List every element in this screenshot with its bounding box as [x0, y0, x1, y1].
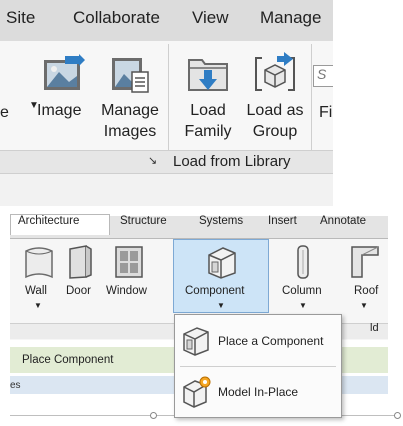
dialog-launcher-icon[interactable]: ↘ — [148, 154, 157, 167]
load-as-group-label-line2: Group — [252, 123, 298, 140]
dropdown-arrow-icon: ▼ — [299, 301, 307, 310]
options-bar-label: Place Component — [22, 354, 114, 366]
handle-node — [394, 412, 401, 419]
tab-systems[interactable]: Systems — [199, 215, 243, 227]
component-dropdown-menu: Place a Component Model In-Place — [174, 314, 342, 418]
menu-separator — [180, 366, 336, 367]
panel-title-partial: ld — [370, 322, 379, 334]
partial-tool-label: e — [0, 104, 9, 121]
tab-structure[interactable]: Structure — [120, 215, 167, 227]
model-in-place-icon — [183, 376, 211, 408]
tab-annotate[interactable]: Annotate — [320, 215, 366, 227]
tab-manage[interactable]: Manage — [260, 8, 321, 28]
roof-button[interactable]: Roof ▼ — [342, 243, 388, 318]
status-strip-partial-text: es — [10, 380, 21, 391]
menu-item-label: Place a Component — [218, 334, 324, 348]
top-ribbon-panel: Site Collaborate View Manage e ▼ Image M… — [0, 0, 333, 206]
tab-collaborate[interactable]: Collaborate — [73, 8, 160, 28]
column-button[interactable]: Column ▼ — [276, 243, 330, 318]
tab-insert[interactable]: Insert — [268, 215, 297, 227]
roof-label: Roof — [354, 285, 379, 297]
dropdown-arrow-icon: ▼ — [34, 301, 42, 310]
component-icon — [208, 247, 236, 279]
tab-site[interactable]: Site — [6, 8, 35, 28]
wall-label: Wall — [25, 285, 47, 297]
menu-item-place-a-component[interactable]: Place a Component — [175, 319, 341, 363]
tab-architecture[interactable]: Architecture — [18, 215, 79, 227]
manage-images-label-line1: Manage — [101, 102, 159, 119]
manage-images-icon — [112, 58, 149, 93]
component-button[interactable]: Component ▼ — [173, 239, 269, 313]
load-family-button[interactable]: Load Family — [176, 50, 240, 150]
dropdown-arrow-icon: ▼ — [217, 301, 225, 310]
image-button-label: Image — [37, 102, 82, 119]
window-label: Window — [106, 285, 147, 297]
component-label: Component — [185, 285, 245, 297]
place-component-icon — [183, 327, 209, 356]
window-icon — [115, 246, 143, 278]
search-input-partial[interactable]: S — [313, 65, 333, 87]
wall-button[interactable]: Wall ▼ — [18, 243, 58, 318]
door-icon — [69, 245, 92, 279]
door-button[interactable]: Door — [60, 243, 100, 318]
roof-icon — [351, 246, 379, 278]
panel-title-load-from-library: Load from Library — [173, 153, 291, 170]
door-label: Door — [66, 285, 91, 297]
window-button[interactable]: Window — [104, 243, 154, 318]
load-family-icon — [188, 59, 228, 91]
load-as-group-button[interactable]: Load as Group — [241, 50, 309, 150]
manage-images-button[interactable]: Manage Images — [96, 50, 164, 150]
menu-item-label: Model In-Place — [218, 385, 299, 399]
load-as-group-icon — [255, 52, 295, 91]
image-button[interactable]: Image — [35, 50, 93, 150]
handle-node — [150, 412, 157, 419]
dropdown-arrow-icon: ▼ — [360, 301, 368, 310]
menu-item-model-in-place[interactable]: Model In-Place — [175, 370, 341, 414]
top-tab-bar: Site Collaborate View Manage — [0, 0, 333, 41]
image-icon — [44, 54, 85, 90]
column-label: Column — [282, 285, 322, 297]
manage-images-label-line2: Images — [103, 123, 157, 140]
partial-tool-label: Fi — [319, 104, 333, 121]
tab-view[interactable]: View — [192, 8, 229, 28]
wall-icon — [25, 247, 53, 279]
load-family-label-line1: Load — [190, 102, 226, 119]
column-icon — [297, 245, 309, 279]
bottom-ribbon-panel: Architecture Structure Systems Insert An… — [0, 210, 403, 426]
load-as-group-label-line1: Load as — [246, 102, 304, 119]
load-family-label-line2: Family — [184, 123, 232, 140]
